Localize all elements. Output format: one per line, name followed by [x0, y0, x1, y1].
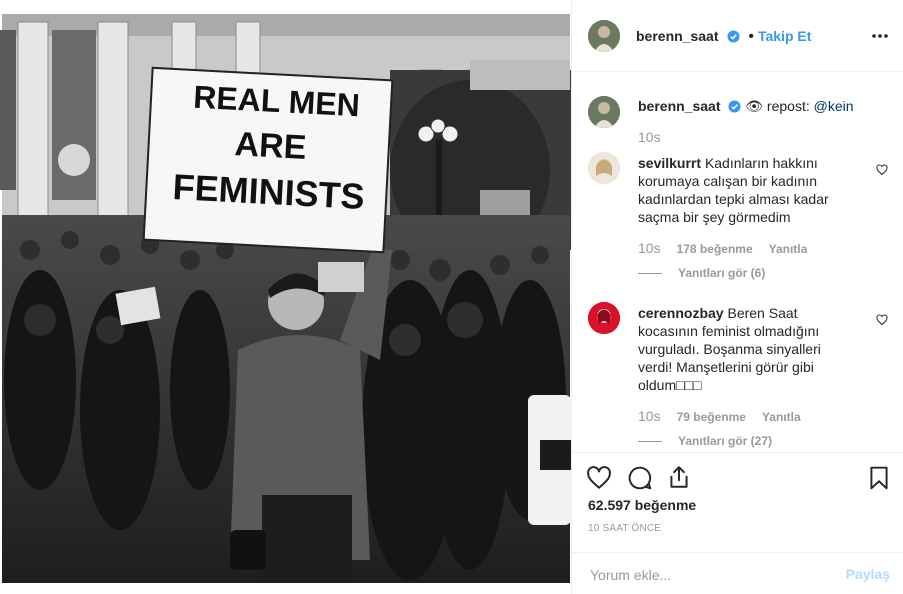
caption-text: berenn_saat 👁 repost: @kein	[638, 97, 888, 115]
header-user-line: berenn_saat • Takip Et	[636, 28, 811, 46]
follow-button[interactable]: Takip Et	[758, 28, 811, 44]
comment-time[interactable]: 10s	[638, 240, 661, 256]
avatar-image	[588, 96, 620, 128]
share-icon[interactable]	[666, 464, 692, 490]
comment-item: sevilkurrt Kadınların hakkını korumaya c…	[588, 152, 888, 282]
post-comment-button[interactable]: Paylaş	[846, 566, 890, 582]
like-count[interactable]: 62.597 beğenme	[588, 497, 696, 513]
comment-like-heart-icon[interactable]	[876, 164, 888, 176]
heart-icon[interactable]	[586, 465, 612, 491]
comment-item: cerennozbay Beren Saat kocasının feminis…	[588, 302, 888, 452]
comment-icon[interactable]	[627, 465, 653, 491]
comment-text: cerennozbay Beren Saat kocasının feminis…	[638, 304, 848, 394]
comment-likes[interactable]: 79 beğenme	[677, 410, 746, 424]
comment-text: sevilkurrt Kadınların hakkını korumaya c…	[638, 154, 848, 226]
comments-section[interactable]: berenn_saat 👁 repost: @kein 10s sevilkur…	[572, 72, 903, 452]
comment-likes[interactable]: 178 beğenme	[677, 242, 753, 256]
bookmark-icon[interactable]	[866, 465, 892, 491]
avatar-image	[588, 302, 620, 334]
avatar-image	[588, 152, 620, 184]
sign-line-2: ARE	[234, 125, 308, 167]
avatar[interactable]	[588, 20, 620, 52]
caption-mention[interactable]: @kein	[814, 98, 854, 114]
comment-composer: Paylaş	[572, 552, 903, 594]
view-replies-button[interactable]: Yanıtları gör (27)	[638, 434, 772, 448]
replies-divider	[638, 273, 662, 275]
caption-username[interactable]: berenn_saat	[638, 98, 720, 114]
view-replies-label: Yanıtları gör (27)	[678, 434, 773, 448]
comment-avatar[interactable]	[588, 302, 620, 334]
view-replies-button[interactable]: Yanıtları gör (6)	[638, 266, 765, 280]
header-separator: •	[748, 28, 754, 45]
comment-like-heart-icon[interactable]	[876, 314, 888, 326]
header-username[interactable]: berenn_saat	[636, 28, 718, 44]
reply-button[interactable]: Yanıtla	[762, 410, 801, 424]
comment-meta: 10s 79 beğenme Yanıtla	[638, 408, 801, 424]
post-sidebar: berenn_saat • Takip Et berenn_saat 👁 rep…	[571, 0, 903, 594]
view-replies-label: Yanıtları gör (6)	[678, 266, 766, 280]
comment-username[interactable]: cerennozbay	[638, 305, 724, 321]
post-actions: 62.597 beğenme 10 SAAT ÖNCE	[572, 452, 903, 552]
comment-time[interactable]: 10s	[638, 408, 661, 424]
caption: berenn_saat 👁 repost: @kein 10s	[588, 96, 888, 156]
caption-body: 👁 repost:	[745, 98, 814, 114]
verified-badge-icon	[727, 30, 740, 43]
caption-avatar[interactable]	[588, 96, 620, 128]
more-icon[interactable]	[870, 26, 890, 46]
comment-avatar[interactable]	[588, 152, 620, 184]
avatar-image	[588, 20, 620, 52]
post-image: REAL MEN ARE FEMINISTS	[0, 0, 571, 594]
verified-badge-icon	[728, 100, 741, 113]
post-photo[interactable]: REAL MEN ARE FEMINISTS	[0, 0, 571, 594]
reply-button[interactable]: Yanıtla	[769, 242, 808, 256]
comment-meta: 10s 178 beğenme Yanıtla	[638, 240, 807, 256]
caption-time[interactable]: 10s	[638, 129, 661, 145]
post-timestamp[interactable]: 10 SAAT ÖNCE	[588, 523, 661, 534]
caption-meta: 10s	[638, 129, 677, 145]
post-header: berenn_saat • Takip Et	[572, 0, 903, 72]
comment-username[interactable]: sevilkurrt	[638, 155, 701, 171]
replies-divider	[638, 441, 662, 443]
comment-input[interactable]	[588, 563, 832, 587]
